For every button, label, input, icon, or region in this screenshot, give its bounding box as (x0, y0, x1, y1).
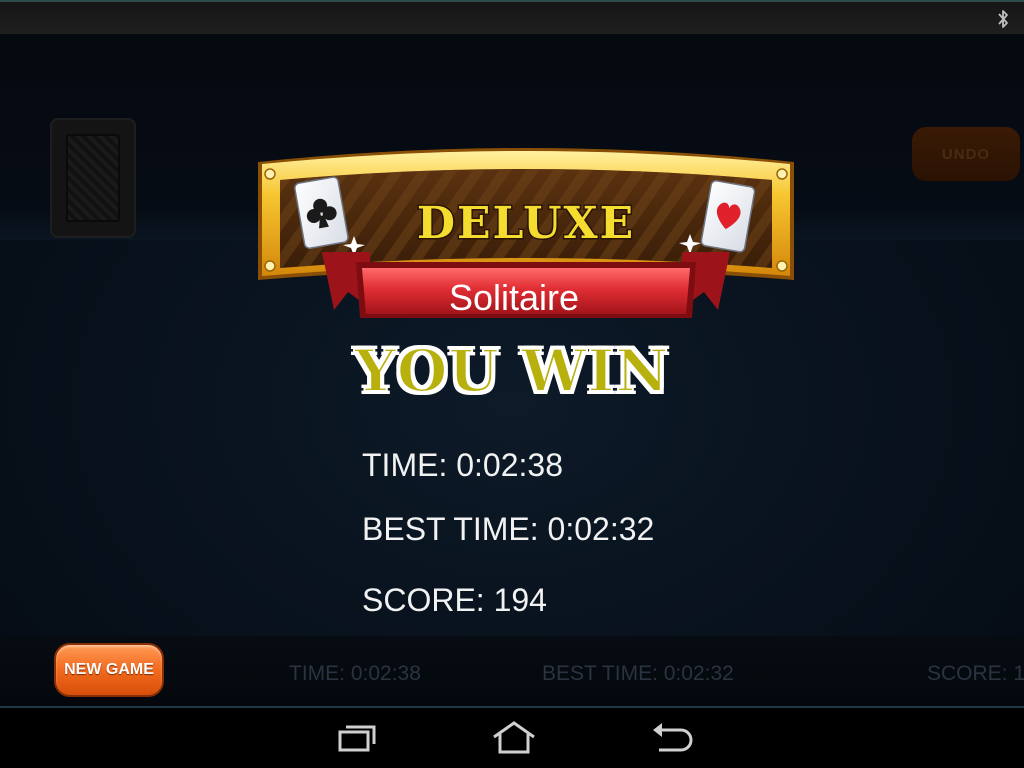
logo-subtitle: Solitaire (449, 277, 579, 318)
bluetooth-icon (998, 10, 1008, 28)
logo-title: DELUXE (417, 198, 635, 249)
bottom-time-label: TIME: 0:02:38 (289, 662, 421, 685)
recent-apps-icon[interactable] (332, 720, 382, 756)
stock-pile[interactable] (50, 118, 136, 238)
result-best-time: BEST TIME: 0:02:32 (362, 511, 655, 547)
back-icon[interactable] (647, 720, 697, 756)
bottom-best-time-label: BEST TIME: 0:02:32 (542, 662, 734, 685)
undo-button[interactable]: UNDO (912, 127, 1020, 181)
you-win-headline: YOU WIN (354, 336, 670, 406)
new-game-button[interactable]: NEW GAME (54, 643, 164, 697)
bottom-bar: NEW GAME TIME: 0:02:38 BEST TIME: 0:02:3… (0, 636, 1024, 706)
bottom-score-label: SCORE: 194 (927, 662, 1024, 685)
result-score: SCORE: 194 (362, 582, 547, 618)
nav-bar (0, 706, 1024, 768)
screen: UNDO NEW GAME TIME: 0:02:38 BEST TIME: 0… (0, 0, 1024, 768)
status-bar (0, 0, 1024, 34)
deluxe-solitaire-logo: DELUXE Solitaire (258, 148, 794, 318)
home-icon[interactable] (489, 720, 539, 756)
result-time: TIME: 0:02:38 (362, 447, 563, 483)
